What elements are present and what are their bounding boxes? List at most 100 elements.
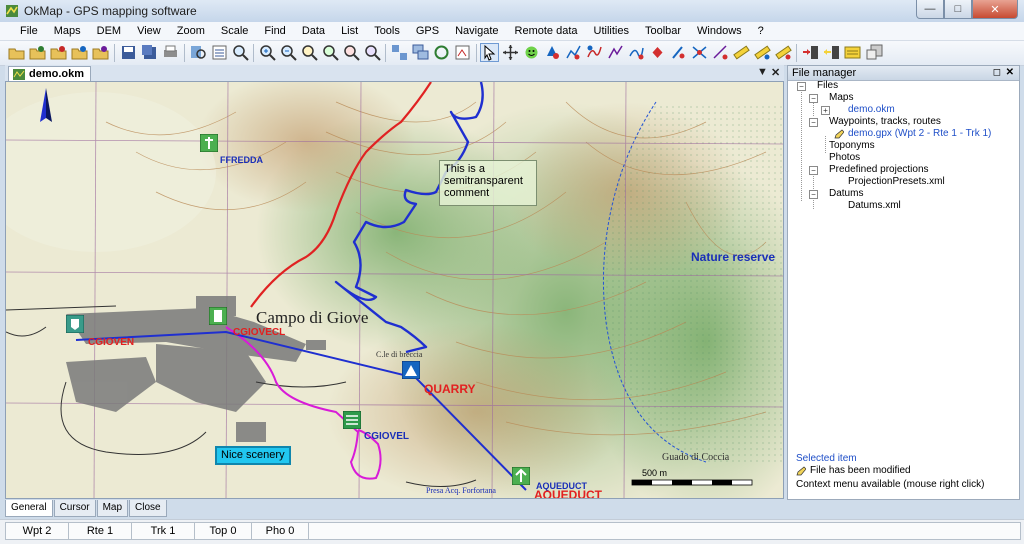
- open-photo-icon[interactable]: [92, 44, 109, 61]
- maximize-button[interactable]: □: [944, 0, 972, 19]
- upload-to-gps-icon[interactable]: [802, 44, 819, 61]
- tab-dropdown-icon[interactable]: ▼: [757, 66, 768, 78]
- tab-close[interactable]: Close: [129, 500, 167, 517]
- tree-map-file[interactable]: demo.okm: [848, 104, 895, 116]
- tab-general[interactable]: General: [5, 500, 53, 517]
- measure-area-icon[interactable]: [754, 44, 771, 61]
- cascade-windows-icon[interactable]: [412, 44, 429, 61]
- zoom-out-icon[interactable]: [280, 44, 297, 61]
- tile-windows-icon[interactable]: [391, 44, 408, 61]
- open-map-icon[interactable]: [29, 44, 46, 61]
- menu-list[interactable]: List: [333, 25, 366, 37]
- wtr-collapse-toggle[interactable]: −: [809, 118, 818, 127]
- zoom-in-icon[interactable]: [259, 44, 276, 61]
- waypoint-marker-cgioven-icon[interactable]: [65, 314, 85, 334]
- measure-clear-icon[interactable]: [775, 44, 792, 61]
- close-window-button[interactable]: ✕: [972, 0, 1018, 19]
- menu-navigate[interactable]: Navigate: [447, 25, 506, 37]
- waypoint-marker-cgiovel-icon[interactable]: [342, 410, 362, 430]
- tree-predefined-projections[interactable]: Predefined projections: [829, 164, 929, 176]
- split-icon[interactable]: [712, 44, 729, 61]
- tree-photos[interactable]: Photos: [829, 152, 860, 164]
- pan-icon[interactable]: [502, 44, 519, 61]
- tree-maps[interactable]: Maps: [829, 92, 853, 104]
- refresh-icon[interactable]: [433, 44, 450, 61]
- menu-data[interactable]: Data: [294, 25, 333, 37]
- open-file-icon[interactable]: [8, 44, 25, 61]
- move-point-icon[interactable]: [691, 44, 708, 61]
- new-route-icon[interactable]: [565, 44, 582, 61]
- search-icon[interactable]: [232, 44, 249, 61]
- menu-find[interactable]: Find: [256, 25, 293, 37]
- open-gps-data-icon[interactable]: [50, 44, 67, 61]
- zoom-all-icon[interactable]: [322, 44, 339, 61]
- map-view[interactable]: FFREDDA Campo di Giove Nature reserve QU…: [5, 81, 784, 499]
- measure-distance-icon[interactable]: [733, 44, 750, 61]
- projections-collapse-toggle[interactable]: −: [809, 166, 818, 175]
- tree-files[interactable]: Files: [817, 80, 838, 92]
- menu-file[interactable]: File: [12, 25, 46, 37]
- delete-point-icon[interactable]: [649, 44, 666, 61]
- waypoint-marker-cgiovecl-icon[interactable]: [208, 306, 228, 326]
- menu-view[interactable]: View: [129, 25, 169, 37]
- new-track-icon[interactable]: [586, 44, 603, 61]
- maps-collapse-toggle[interactable]: −: [809, 94, 818, 103]
- menu-dem[interactable]: DEM: [89, 25, 129, 37]
- map-label-breccia: C.le di breccia: [376, 350, 423, 359]
- download-from-gps-icon[interactable]: [823, 44, 840, 61]
- tree-gpx-file[interactable]: demo.gpx (Wpt 2 - Rte 1 - Trk 1): [848, 128, 991, 140]
- menu-gps[interactable]: GPS: [408, 25, 447, 37]
- menu-utilities[interactable]: Utilities: [586, 25, 637, 37]
- close-tab-icon[interactable]: ✕: [771, 66, 780, 79]
- zoom-window-icon[interactable]: [301, 44, 318, 61]
- zoom-previous-icon[interactable]: [343, 44, 360, 61]
- minimize-button[interactable]: —: [916, 0, 944, 19]
- files-collapse-toggle[interactable]: −: [797, 82, 806, 91]
- find-icon[interactable]: [190, 44, 207, 61]
- gps-realtime-icon[interactable]: [844, 44, 861, 61]
- scenery-label[interactable]: Nice scenery: [215, 446, 291, 465]
- tab-cursor[interactable]: Cursor: [53, 500, 96, 517]
- insert-point-icon[interactable]: [670, 44, 687, 61]
- save-icon[interactable]: [120, 44, 137, 61]
- title-bar: OkMap - GPS mapping software — □ ✕: [0, 0, 1024, 22]
- print-icon[interactable]: [162, 44, 179, 61]
- menu-remote-data[interactable]: Remote data: [507, 25, 586, 37]
- waypoint-marker-fredda-icon[interactable]: [199, 133, 219, 153]
- tab-map[interactable]: Map: [96, 500, 129, 517]
- menu-zoom[interactable]: Zoom: [169, 25, 213, 37]
- cursor-select-icon[interactable]: [480, 43, 499, 62]
- list-icon[interactable]: [211, 44, 228, 61]
- menu-help[interactable]: ?: [750, 25, 772, 37]
- gps-status-icon[interactable]: [523, 44, 540, 61]
- menu-tools[interactable]: Tools: [366, 25, 408, 37]
- close-panel-icon[interactable]: ✕: [1006, 66, 1014, 80]
- map-label-guado-di-coccia: Guado di Coccia: [662, 452, 730, 463]
- tree-datum-file[interactable]: Datums.xml: [848, 200, 901, 212]
- map-label-quarry: QUARRY: [424, 382, 476, 396]
- map-label-presa: Presa Acq. Forfortana: [426, 486, 496, 495]
- menu-toolbar[interactable]: Toolbar: [637, 25, 689, 37]
- redraw-icon[interactable]: [454, 44, 471, 61]
- tree-waypoints-tracks-routes[interactable]: Waypoints, tracks, routes: [829, 116, 941, 128]
- open-dem-icon[interactable]: [71, 44, 88, 61]
- waypoint-marker-aqueduct-icon[interactable]: [511, 466, 531, 486]
- tree-datums[interactable]: Datums: [829, 188, 863, 200]
- menu-scale[interactable]: Scale: [213, 25, 257, 37]
- edit-track-icon[interactable]: [628, 44, 645, 61]
- datums-collapse-toggle[interactable]: −: [809, 190, 818, 199]
- waypoint-marker-quarry-icon[interactable]: [401, 360, 421, 380]
- pin-icon[interactable]: ◻: [993, 66, 1001, 80]
- map-comment-note[interactable]: This is a semitransparent comment: [439, 160, 537, 206]
- tab-demo-okm[interactable]: demo.okm: [8, 66, 92, 82]
- menu-windows[interactable]: Windows: [689, 25, 750, 37]
- edit-route-icon[interactable]: [607, 44, 624, 61]
- new-waypoint-icon[interactable]: [544, 44, 561, 61]
- zoom-realtime-icon[interactable]: [364, 44, 381, 61]
- gps-settings-icon[interactable]: [866, 44, 883, 61]
- tree-projection-file[interactable]: ProjectionPresets.xml: [848, 176, 945, 188]
- tree-toponyms[interactable]: Toponyms: [829, 140, 875, 152]
- save-all-icon[interactable]: [141, 44, 158, 61]
- menu-maps[interactable]: Maps: [46, 25, 89, 37]
- map-file-expand-toggle[interactable]: +: [821, 106, 830, 115]
